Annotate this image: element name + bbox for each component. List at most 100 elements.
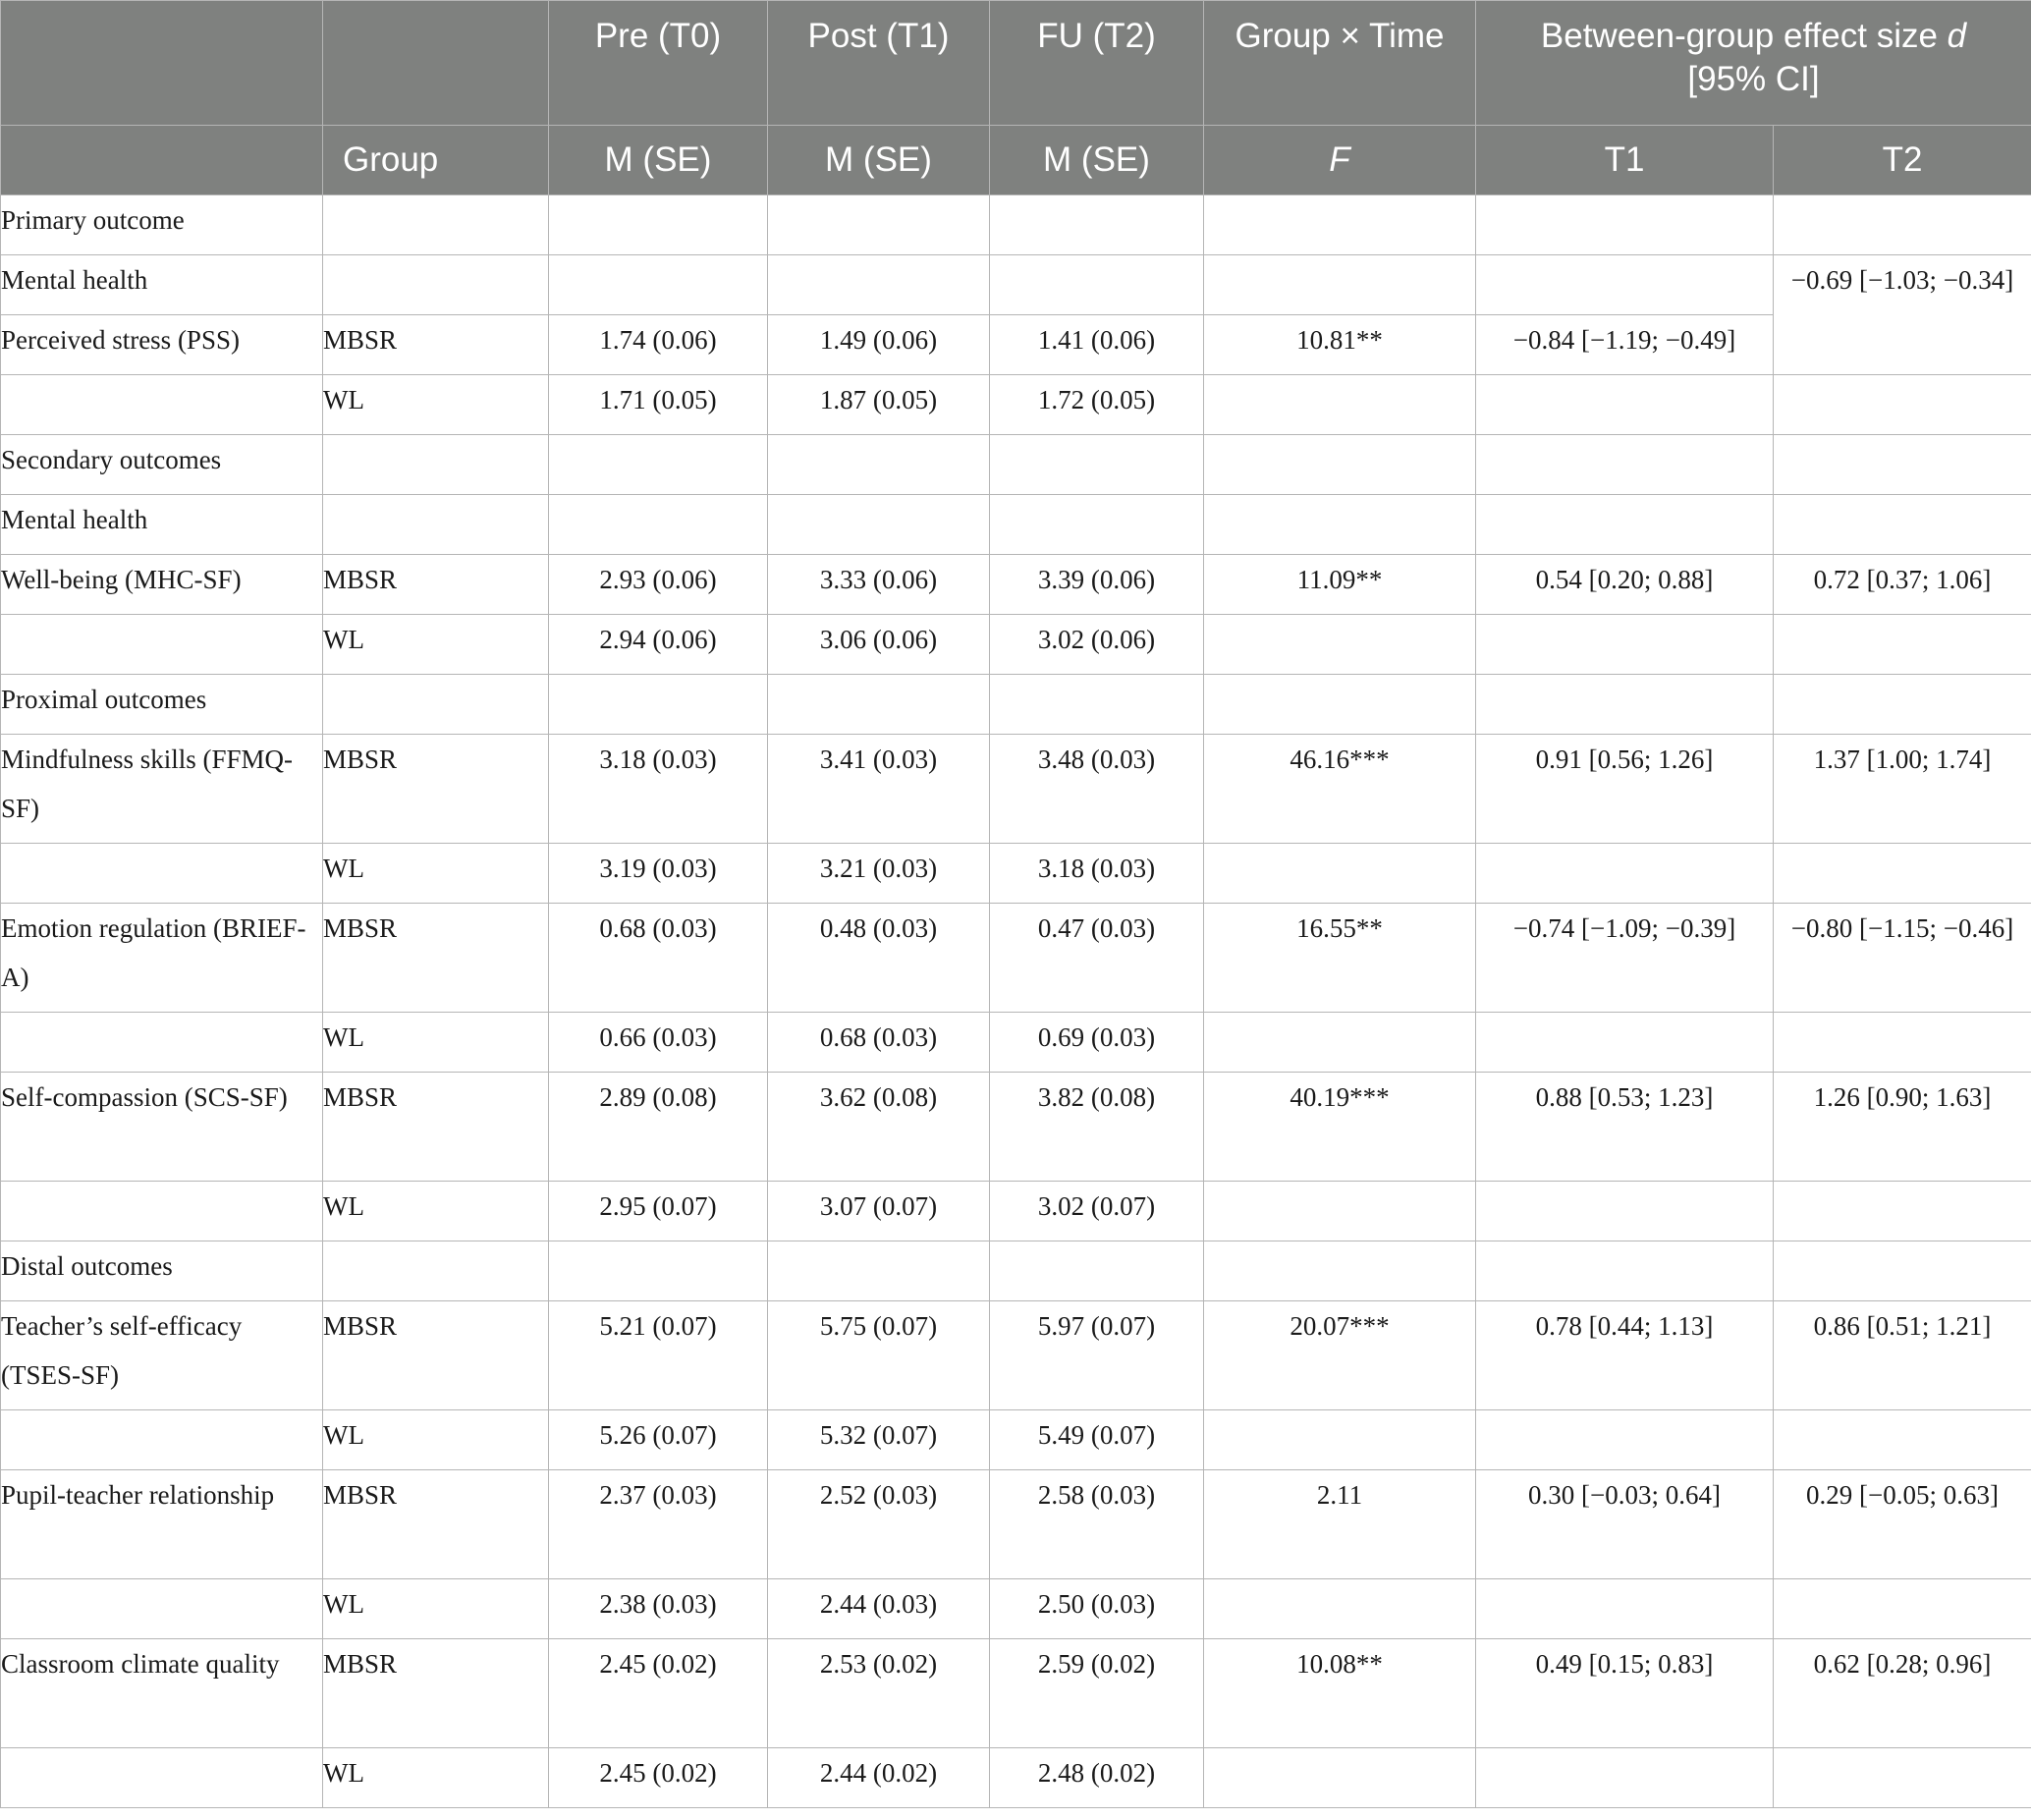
- table-row: Emotion regulation (BRIEF-A) MBSR 0.68 (…: [0, 903, 2031, 1013]
- pre-cell: [548, 194, 768, 255]
- t1-cell: 0.54 [0.20; 0.88]: [1475, 554, 1774, 615]
- t1-cell: 0.88 [0.53; 1.23]: [1475, 1072, 1774, 1182]
- group-cell: WL: [322, 1181, 549, 1241]
- pre-cell: 3.18 (0.03): [548, 734, 768, 844]
- t1-cell: [1475, 1747, 1774, 1808]
- fu-cell: 1.72 (0.05): [989, 374, 1204, 435]
- pre-cell: 2.89 (0.08): [548, 1072, 768, 1182]
- post-cell: 2.44 (0.02): [767, 1747, 990, 1808]
- post-cell: 0.68 (0.03): [767, 1012, 990, 1073]
- t2-cell: 0.29 [−0.05; 0.63]: [1772, 1469, 2031, 1579]
- t2-cell: −0.80 [−1.15; −0.46]: [1772, 903, 2031, 1013]
- pre-cell: [548, 434, 768, 495]
- table-body: Primary outcome Mental health −0.69 [−1.…: [0, 194, 2031, 1808]
- t2-cell: [1772, 194, 2031, 255]
- pre-cell: 2.37 (0.03): [548, 1469, 768, 1579]
- fu-cell: 0.69 (0.03): [989, 1012, 1204, 1073]
- fu-cell: 3.82 (0.08): [989, 1072, 1204, 1182]
- f-cell: 10.81**: [1203, 314, 1476, 375]
- header-blank-1: [0, 0, 323, 126]
- fu-cell: 2.58 (0.03): [989, 1469, 1204, 1579]
- outcome-cell: Emotion regulation (BRIEF-A): [0, 903, 323, 1013]
- t2-cell: [1772, 843, 2031, 904]
- outcome-cell: [0, 1578, 323, 1639]
- header-blank-2: [322, 0, 549, 126]
- pre-cell: 1.71 (0.05): [548, 374, 768, 435]
- group-cell: WL: [322, 843, 549, 904]
- group-cell: [322, 434, 549, 495]
- f-cell: [1203, 1181, 1476, 1241]
- pre-cell: 2.38 (0.03): [548, 1578, 768, 1639]
- group-cell: [322, 254, 549, 315]
- table-row: Self-compassion (SCS-SF) MBSR 2.89 (0.08…: [0, 1072, 2031, 1182]
- f-cell: [1203, 843, 1476, 904]
- fu-cell: 3.02 (0.06): [989, 614, 1204, 675]
- header-fu: FU (T2): [989, 0, 1204, 126]
- header-pre: Pre (T0): [548, 0, 768, 126]
- f-cell: 46.16***: [1203, 734, 1476, 844]
- t2-cell: [1772, 1578, 2031, 1639]
- fu-cell: 3.48 (0.03): [989, 734, 1204, 844]
- table-row: Classroom climate quality MBSR 2.45 (0.0…: [0, 1638, 2031, 1748]
- subheader-post-mse: M (SE): [767, 125, 990, 195]
- outcome-cell: Well-being (MHC-SF): [0, 554, 323, 615]
- subheader-t1: T1: [1475, 125, 1774, 195]
- t1-cell: 0.49 [0.15; 0.83]: [1475, 1638, 1774, 1748]
- results-table: Pre (T0) Post (T1) FU (T2) Group × Time …: [0, 0, 2031, 1808]
- t2-value: −0.69 [−1.03; −0.34]: [1790, 265, 2014, 295]
- t2-cell-merged: −0.69 [−1.03; −0.34]: [1772, 254, 2031, 375]
- f-cell: [1203, 1241, 1476, 1301]
- header-group-time: Group × Time: [1203, 0, 1476, 126]
- table-row: WL 2.38 (0.03) 2.44 (0.03) 2.50 (0.03): [0, 1578, 2031, 1639]
- pre-cell: 5.26 (0.07): [548, 1409, 768, 1470]
- outcome-cell: Proximal outcomes: [0, 674, 323, 735]
- t2-cell: 1.26 [0.90; 1.63]: [1772, 1072, 2031, 1182]
- pre-cell: 0.68 (0.03): [548, 903, 768, 1013]
- group-cell: WL: [322, 1409, 549, 1470]
- outcome-cell: Self-compassion (SCS-SF): [0, 1072, 323, 1182]
- outcome-cell: Distal outcomes: [0, 1241, 323, 1301]
- f-cell: [1203, 614, 1476, 675]
- table-row: Teacher’s self-efficacy (TSES-SF) MBSR 5…: [0, 1300, 2031, 1410]
- table-row: WL 2.94 (0.06) 3.06 (0.06) 3.02 (0.06): [0, 614, 2031, 675]
- table-row: Distal outcomes: [0, 1241, 2031, 1301]
- f-cell: 2.11: [1203, 1469, 1476, 1579]
- table-row: WL 5.26 (0.07) 5.32 (0.07) 5.49 (0.07): [0, 1409, 2031, 1470]
- outcome-cell: Teacher’s self-efficacy (TSES-SF): [0, 1300, 323, 1410]
- table-row: Pupil-teacher relationship MBSR 2.37 (0.…: [0, 1469, 2031, 1579]
- table-row: Mental health: [0, 494, 2031, 555]
- t2-value: −0.80 [−1.15; −0.46]: [1790, 913, 2014, 943]
- t2-cell: [1772, 1747, 2031, 1808]
- post-cell: 2.53 (0.02): [767, 1638, 990, 1748]
- group-cell: MBSR: [322, 734, 549, 844]
- pre-cell: [548, 1241, 768, 1301]
- t1-cell: [1475, 494, 1774, 555]
- f-cell: 20.07***: [1203, 1300, 1476, 1410]
- fu-cell: [989, 194, 1204, 255]
- t2-cell: 0.72 [0.37; 1.06]: [1772, 554, 2031, 615]
- fu-cell: 3.18 (0.03): [989, 843, 1204, 904]
- subheader-blank: [0, 125, 323, 195]
- post-cell: [767, 254, 990, 315]
- table-row: Mindfulness skills (FFMQ-SF) MBSR 3.18 (…: [0, 734, 2031, 844]
- group-cell: [322, 674, 549, 735]
- group-cell: MBSR: [322, 903, 549, 1013]
- outcome-cell: [0, 374, 323, 435]
- t1-cell: [1475, 254, 1774, 315]
- group-cell: WL: [322, 1747, 549, 1808]
- outcome-cell: Classroom climate quality: [0, 1638, 323, 1748]
- effect-title-main: Between-group effect size: [1540, 17, 1948, 55]
- pre-cell: 2.95 (0.07): [548, 1181, 768, 1241]
- f-cell: 11.09**: [1203, 554, 1476, 615]
- t2-cell: [1772, 674, 2031, 735]
- t2-cell: 1.37 [1.00; 1.74]: [1772, 734, 2031, 844]
- t1-cell: [1475, 434, 1774, 495]
- fu-cell: [989, 434, 1204, 495]
- post-cell: 1.49 (0.06): [767, 314, 990, 375]
- subheader-fu-mse: M (SE): [989, 125, 1204, 195]
- table-row: Proximal outcomes: [0, 674, 2031, 735]
- pre-cell: 2.45 (0.02): [548, 1747, 768, 1808]
- post-cell: 0.48 (0.03): [767, 903, 990, 1013]
- group-cell: [322, 494, 549, 555]
- subheader-group: Group: [322, 125, 549, 195]
